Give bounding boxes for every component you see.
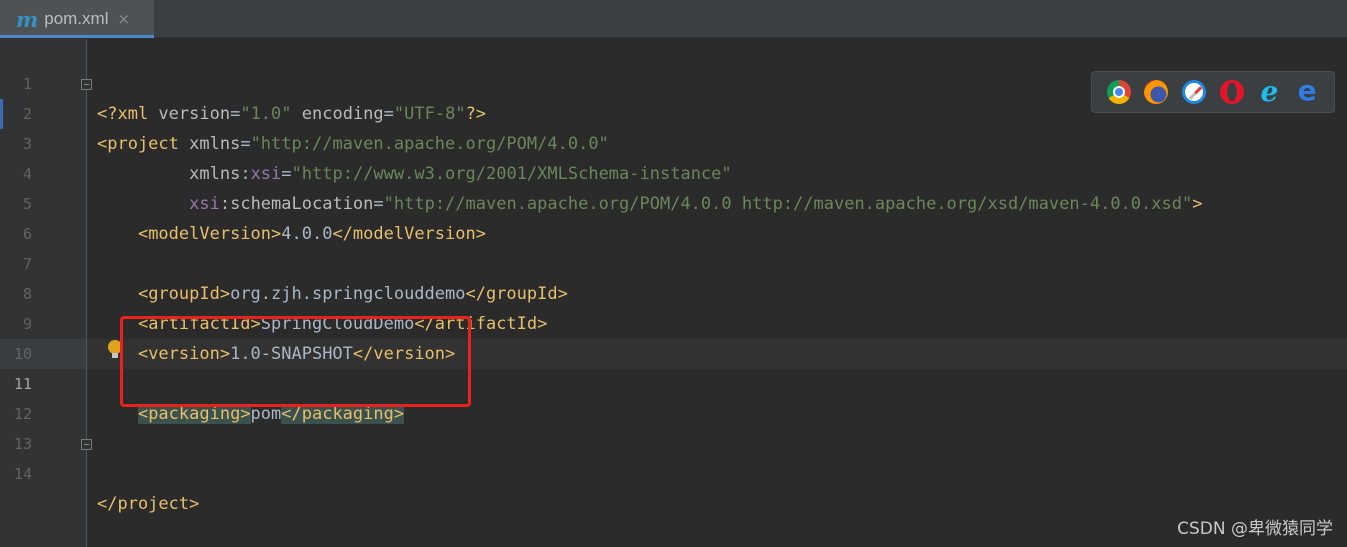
tab-active-indicator [0,35,154,38]
edge-icon[interactable]: e [1295,77,1319,105]
watermark: CSDN @卑微猿同学 [1177,519,1333,539]
opera-icon[interactable] [1219,80,1244,104]
code-line-8[interactable]: 8 <artifactId>SpringCloudDemo</artifactI… [0,249,1347,334]
maven-m-icon: m [16,6,39,32]
tab-pom-xml[interactable]: m pom.xml × [0,0,154,38]
close-icon[interactable]: × [117,10,130,28]
code-editor[interactable]: 1 <?xml version="1.0" encoding="UTF-8"?>… [0,39,1347,547]
code-line-14[interactable]: 14 </project> [0,429,1347,514]
browser-preview-toolbar: e e [1091,71,1335,113]
line-number: 14 [13,465,32,483]
code-line-6[interactable]: 6 [0,189,1347,243]
fold-icon[interactable] [81,439,92,450]
code-line-1[interactable]: 1 <?xml version="1.0" encoding="UTF-8"?> [0,39,1347,124]
firefox-icon[interactable] [1144,80,1169,104]
ie-icon[interactable]: e [1257,78,1281,106]
fold-icon[interactable] [81,79,92,90]
chrome-icon[interactable] [1106,80,1131,104]
tab-label: pom.xml [44,9,109,28]
code-line-7[interactable]: 7 <groupId>org.zjh.springclouddemo</grou… [0,219,1347,304]
editor-tab-bar: m pom.xml × [0,0,1347,38]
code-line-5[interactable]: 5 <modelVersion>4.0.0</modelVersion> [0,159,1347,244]
code-line-9[interactable]: 9 <version>1.0-SNAPSHOT</version> [0,279,1347,364]
safari-icon[interactable] [1182,80,1207,104]
annotation-highlight-box [120,316,471,407]
code-line-4[interactable]: 4 xsi:schemaLocation="http://maven.apach… [0,129,1347,214]
